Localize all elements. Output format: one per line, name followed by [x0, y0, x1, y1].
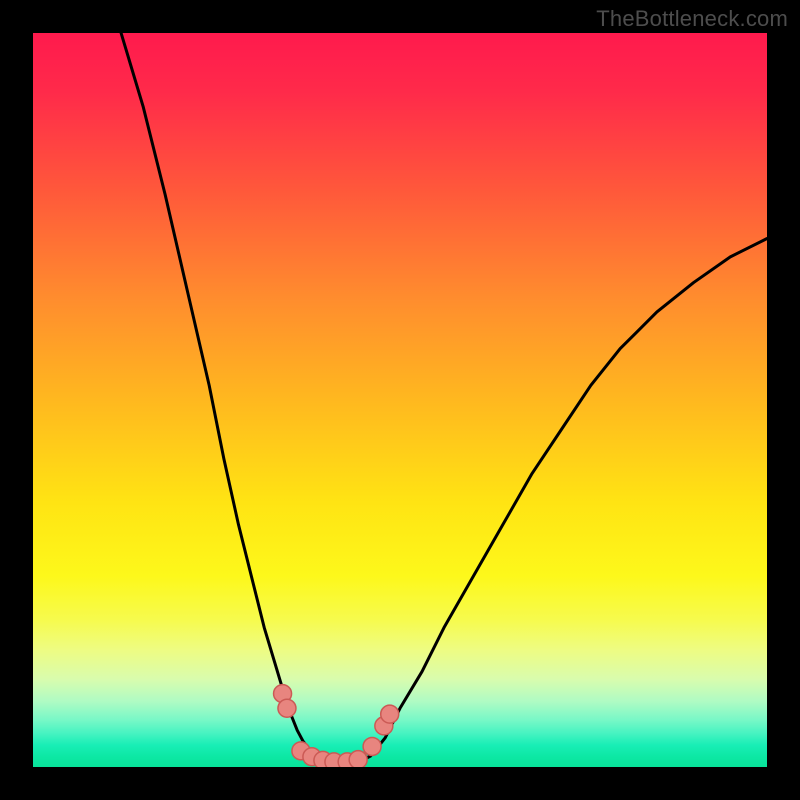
outer-frame: TheBottleneck.com [0, 0, 800, 800]
watermark-text: TheBottleneck.com [596, 6, 788, 32]
marker-point [381, 705, 399, 723]
marker-point [278, 699, 296, 717]
curve-right-curve [356, 239, 767, 764]
chart-svg [33, 33, 767, 767]
marker-point [363, 737, 381, 755]
curve-left-curve [121, 33, 341, 763]
plot-area [33, 33, 767, 767]
curve-layer [121, 33, 767, 763]
marker-point [349, 751, 367, 767]
marker-layer [274, 685, 399, 767]
